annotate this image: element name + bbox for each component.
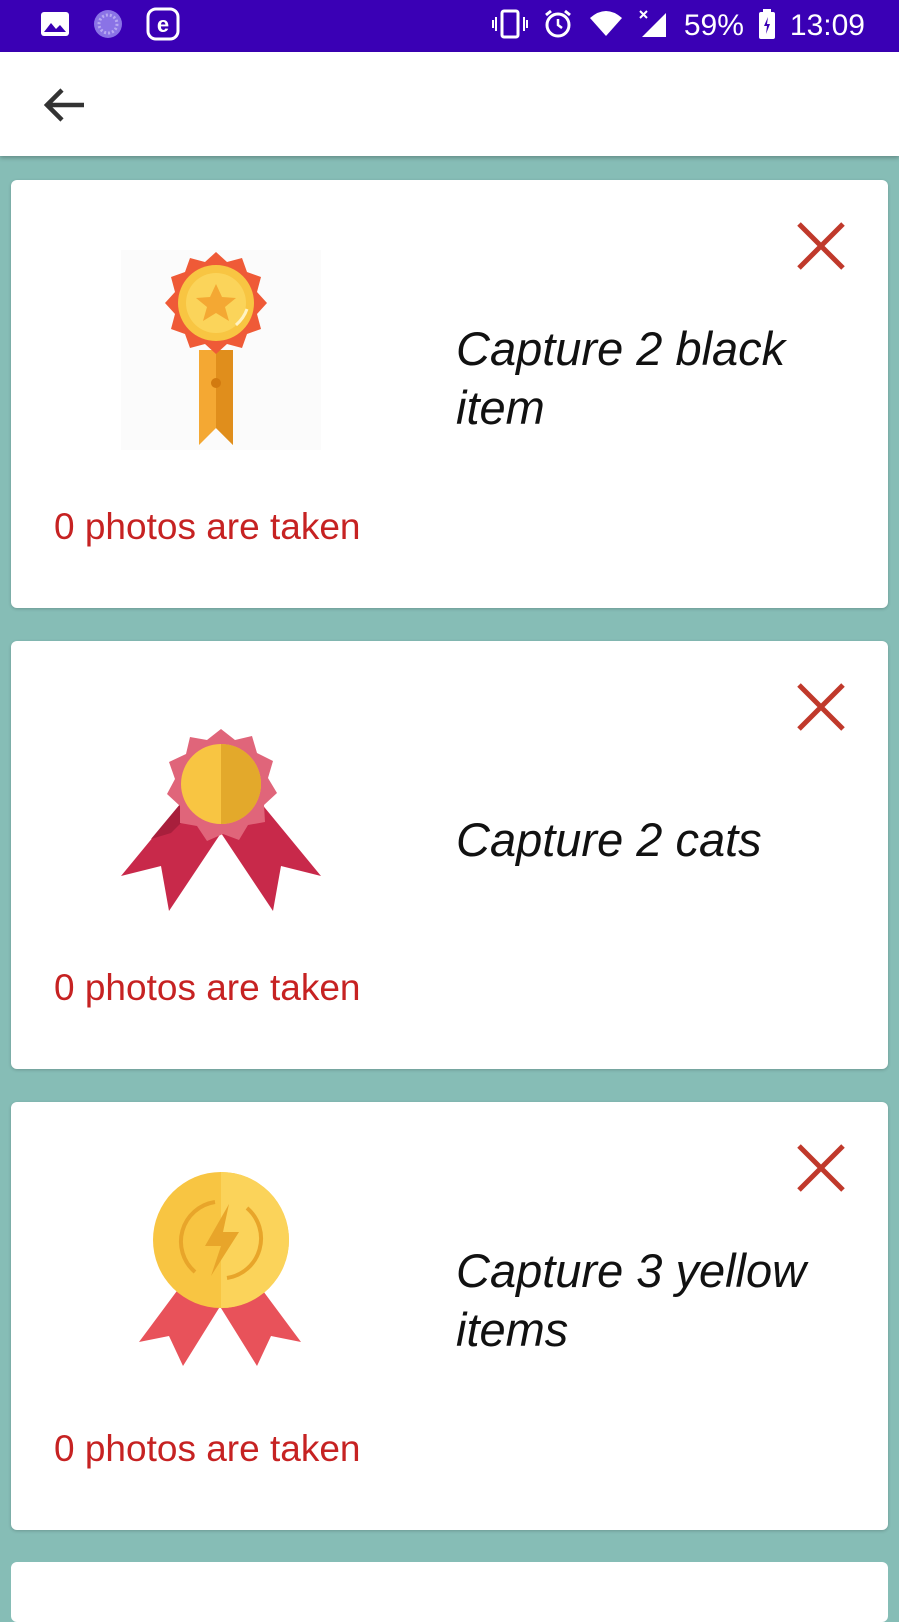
battery-percent: 59%	[683, 9, 744, 42]
app-bar	[0, 52, 899, 156]
challenge-card[interactable]: Capture 2 black item 0 photos are taken	[11, 180, 888, 608]
vibrate-icon	[491, 9, 528, 44]
svg-text:e: e	[157, 12, 169, 37]
star-medal-icon	[111, 240, 331, 460]
rosette-medal-icon	[111, 701, 331, 921]
challenge-card[interactable]: Capture 3 yellow items 0 photos are take…	[11, 1102, 888, 1530]
photo-count-text: 0 photos are taken	[54, 967, 361, 1008]
photo-count-text: 0 photos are taken	[54, 506, 361, 547]
challenge-title: Capture 2 black item	[456, 322, 786, 434]
gallery-icon	[40, 11, 70, 42]
clock: 13:09	[789, 9, 865, 42]
loading-circle-icon	[92, 8, 124, 45]
back-button[interactable]	[40, 80, 90, 130]
status-bar: e 59% 13:09	[0, 0, 899, 52]
wifi-icon	[588, 10, 624, 43]
challenge-card[interactable]: Capture 2 cats 0 photos are taken	[11, 641, 888, 1069]
photo-count-text: 0 photos are taken	[54, 1428, 361, 1469]
challenge-card-partial[interactable]	[11, 1562, 888, 1622]
arrow-left-icon	[43, 88, 84, 122]
lightning-medal-icon	[111, 1162, 331, 1382]
challenge-title: Capture 3 yellow items	[456, 1244, 807, 1356]
challenge-title: Capture 2 cats	[456, 812, 762, 866]
cellular-signal-icon	[638, 9, 670, 44]
alarm-icon	[542, 8, 574, 45]
e-app-icon: e	[146, 7, 180, 46]
battery-icon	[758, 8, 776, 45]
